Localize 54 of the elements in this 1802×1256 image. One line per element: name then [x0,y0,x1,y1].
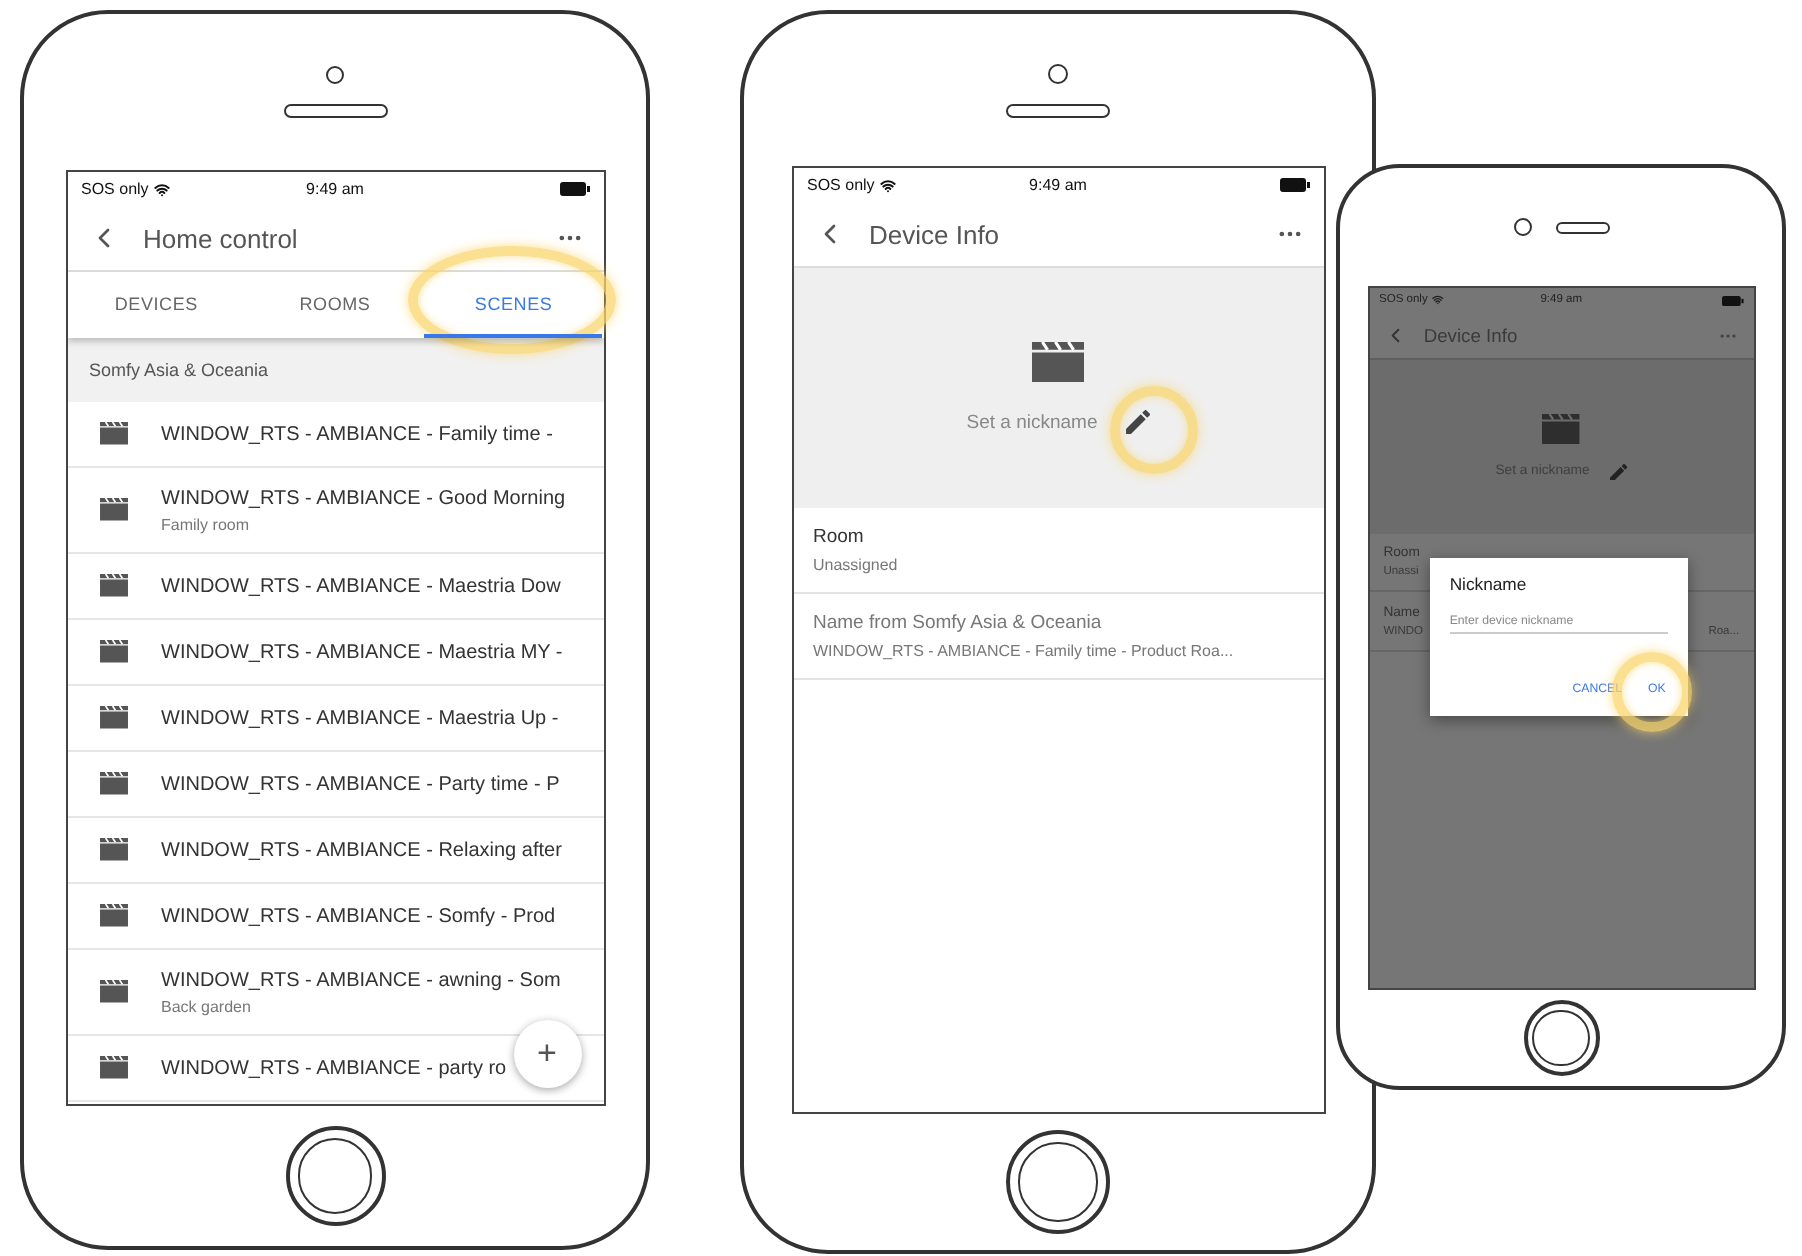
clapperboard-icon [100,904,128,928]
scene-name: WINDOW_RTS - AMBIANCE - Good Morning [161,487,566,509]
wifi-icon [1431,294,1444,306]
clapperboard-icon [100,422,128,446]
highlight-ring [1110,386,1198,474]
speaker-icon [283,104,387,118]
scene-name: WINDOW_RTS - AMBIANCE - Maestria MY - [161,641,563,663]
nickname-label: Set a nickname [966,411,1098,434]
clapperboard-icon [100,498,128,522]
scene-name: WINDOW_RTS - AMBIANCE - party ro [161,1057,507,1079]
scene-name: WINDOW_RTS - AMBIANCE - Maestria Dow [161,575,561,597]
clapperboard-icon [100,1056,128,1080]
field-value: WINDOW_RTS - AMBIANCE - Family time - Product Roa... [813,642,1234,660]
screen-title: Device Info [869,219,1002,249]
tab[interactable]: ROOMS [245,272,425,338]
battery-icon [1721,295,1744,306]
clapperboard-icon [1542,413,1580,444]
dialog-title: Nickname [1449,574,1529,595]
status-time: 9:49 am [306,180,364,198]
field-label: Room [813,526,866,548]
battery-icon [1279,178,1309,192]
scene-name: WINDOW_RTS - AMBIANCE - Family time - [161,423,553,445]
tab[interactable]: DEVICES [67,272,246,338]
section-header: Somfy Asia & Oceania [67,338,603,402]
scene-name: WINDOW_RTS - AMBIANCE - awning - Som [161,969,561,991]
scene-name: WINDOW_RTS - AMBIANCE - Party time - P [161,773,560,795]
clapperboard-icon [100,706,128,730]
scene-room: Family room [161,515,252,533]
screen-title: Home control [143,223,300,253]
battery-icon [559,182,589,196]
carrier-label: SOS only [807,176,875,194]
field-label: Name from Somfy Asia & Oceania [813,612,1104,634]
speaker-icon [1006,103,1110,117]
clapperboard-icon [100,772,128,796]
camera-icon [326,66,344,84]
clapperboard-icon [100,574,128,598]
field-value: Unassigned [813,556,898,574]
camera-icon [1048,63,1068,83]
screen-title: Device Info [1423,325,1520,346]
status-time: 9:49 am [1029,176,1087,194]
wifi-icon [880,177,897,193]
scene-name: WINDOW_RTS - AMBIANCE - Relaxing after [161,839,562,861]
wifi-icon [154,181,171,197]
clapperboard-icon [1032,341,1084,383]
scene-name: WINDOW_RTS - AMBIANCE - Maestria Up - [161,707,559,729]
clapperboard-icon [100,640,128,664]
clapperboard-icon [100,838,128,862]
clapperboard-icon [100,980,128,1004]
pencil-icon[interactable] [1125,410,1150,435]
speaker-icon [1555,221,1609,233]
scene-room: Back garden [161,997,253,1015]
camera-icon [1513,218,1531,236]
carrier-label: SOS only [81,180,149,198]
scene-name: WINDOW_RTS - AMBIANCE - Somfy - Prod [161,905,556,927]
